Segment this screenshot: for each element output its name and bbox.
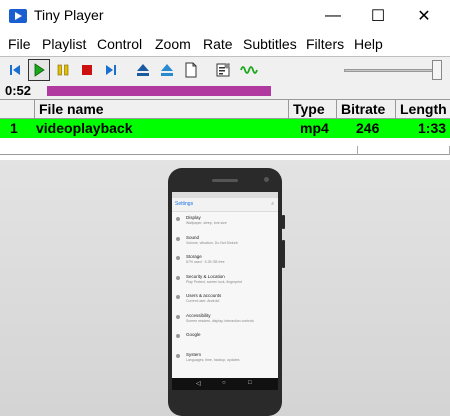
- row-bitrate: 246: [356, 120, 380, 136]
- minimize-button[interactable]: —: [310, 0, 356, 32]
- phone-screen: Settings ⌕ Display Wallpaper, sleep, font…: [172, 192, 278, 390]
- setting-title: Users & accounts: [186, 293, 222, 298]
- search-icon: ⌕: [271, 201, 274, 207]
- setting-item: Storage 67% used · 5.25 GB free: [172, 251, 278, 271]
- close-button[interactable]: ✕: [401, 0, 447, 32]
- setting-title: Accessibility: [186, 312, 211, 318]
- skip-back-icon[interactable]: [4, 59, 26, 81]
- setting-sub: Languages, time, backup, updates: [186, 357, 240, 362]
- setting-title: Sound: [186, 234, 200, 240]
- skip-forward-icon[interactable]: [100, 59, 122, 81]
- android-nav-bar: ◁ ○ □: [172, 378, 278, 390]
- properties-icon[interactable]: [212, 59, 234, 81]
- setting-item: Users & accounts Current user: Android: [172, 290, 278, 310]
- accessibility-icon: [176, 314, 180, 319]
- column-type[interactable]: Type: [289, 100, 337, 118]
- setting-sub: Volume, vibration, Do Not Disturb: [186, 240, 238, 245]
- seek-bar[interactable]: [47, 86, 271, 96]
- phone-speaker: [212, 179, 238, 182]
- row-file-name: videoplayback: [36, 120, 133, 136]
- play-icon[interactable]: [28, 59, 50, 81]
- row-length: 1:33: [418, 120, 447, 136]
- back-icon: ◁: [196, 381, 201, 387]
- phone-camera: [264, 177, 269, 182]
- setting-sub: Screen readers, display, interaction con…: [186, 318, 254, 323]
- window-title: Tiny Player: [34, 7, 104, 23]
- settings-app-bar: Settings ⌕: [172, 198, 278, 212]
- column-bitrate[interactable]: Bitrate: [337, 100, 396, 118]
- setting-sub: Current user: Android: [186, 299, 220, 303]
- account-icon: [176, 295, 180, 299]
- setting-item: Security & Location Play Protect, screen …: [172, 271, 278, 291]
- home-icon: ○: [222, 380, 226, 386]
- sound-icon: [176, 236, 180, 241]
- menu-rate[interactable]: Rate: [203, 36, 233, 52]
- maximize-button[interactable]: ☐: [355, 0, 401, 32]
- google-icon: [176, 334, 180, 338]
- setting-title: Google: [186, 332, 201, 337]
- playlist-row[interactable]: 1 videoplayback mp4 246 1:33: [0, 119, 450, 138]
- playlist-header: File name Type Bitrate Length: [0, 99, 450, 119]
- setting-sub: Wallpaper, sleep, font size: [186, 221, 227, 225]
- phone-power-button: [282, 215, 285, 229]
- setting-item: Accessibility Screen readers, display, in…: [172, 310, 278, 330]
- lock-icon: [176, 275, 180, 280]
- position-bar: 0:52: [0, 83, 450, 99]
- menu-zoom[interactable]: Zoom: [155, 36, 191, 52]
- menu-subtitles[interactable]: Subtitles: [243, 36, 297, 52]
- menu-file[interactable]: File: [8, 36, 31, 52]
- setting-sub: 67% used · 5.25 GB free: [186, 260, 225, 264]
- video-area[interactable]: Settings ⌕ Display Wallpaper, sleep, font…: [0, 160, 450, 416]
- column-index[interactable]: [0, 100, 35, 118]
- menu-bar: File Playlist Control Zoom Rate Subtitle…: [0, 33, 450, 55]
- column-length[interactable]: Length: [396, 100, 450, 118]
- settings-title: Settings: [175, 201, 194, 207]
- menu-filters[interactable]: Filters: [306, 36, 344, 52]
- setting-item: Display Wallpaper, sleep, font size: [172, 212, 278, 232]
- title-bar: Tiny Player — ☐ ✕: [0, 0, 450, 32]
- setting-item: System Languages, time, backup, updates: [172, 349, 278, 369]
- volume-slider-track[interactable]: [344, 69, 440, 72]
- setting-title: Security & Location: [186, 273, 225, 279]
- setting-item: Sound Volume, vibration, Do Not Disturb: [172, 232, 278, 252]
- stop-icon[interactable]: [76, 59, 98, 81]
- setting-title: System: [186, 351, 202, 357]
- phone-frame: Settings ⌕ Display Wallpaper, sleep, font…: [168, 168, 282, 416]
- row-index: 1: [10, 120, 18, 136]
- waveform-icon[interactable]: [238, 59, 260, 81]
- horizontal-scrollbar[interactable]: [357, 146, 450, 155]
- toolbar: [0, 57, 450, 83]
- open-icon[interactable]: [156, 59, 178, 81]
- info-icon: [176, 353, 180, 358]
- column-file-name[interactable]: File name: [35, 100, 289, 118]
- display-icon: [176, 217, 180, 221]
- eject-icon[interactable]: [132, 59, 154, 81]
- phone-volume-button: [282, 240, 285, 268]
- volume-slider-thumb[interactable]: [432, 60, 442, 80]
- row-type: mp4: [300, 120, 329, 136]
- recents-icon: □: [248, 380, 252, 386]
- pause-icon[interactable]: [52, 59, 74, 81]
- new-file-icon[interactable]: [180, 59, 202, 81]
- menu-help[interactable]: Help: [354, 36, 383, 52]
- app-logo-icon: [9, 9, 27, 23]
- setting-title: Storage: [186, 254, 202, 259]
- storage-icon: [176, 256, 180, 260]
- playlist-empty-area[interactable]: [0, 138, 450, 155]
- menu-control[interactable]: Control: [97, 36, 142, 52]
- menu-playlist[interactable]: Playlist: [42, 36, 86, 52]
- elapsed-time: 0:52: [5, 83, 32, 98]
- setting-title: Display: [186, 215, 201, 220]
- setting-sub: Play Protect, screen lock, fingerprint: [186, 279, 243, 284]
- setting-item: Google: [172, 329, 278, 349]
